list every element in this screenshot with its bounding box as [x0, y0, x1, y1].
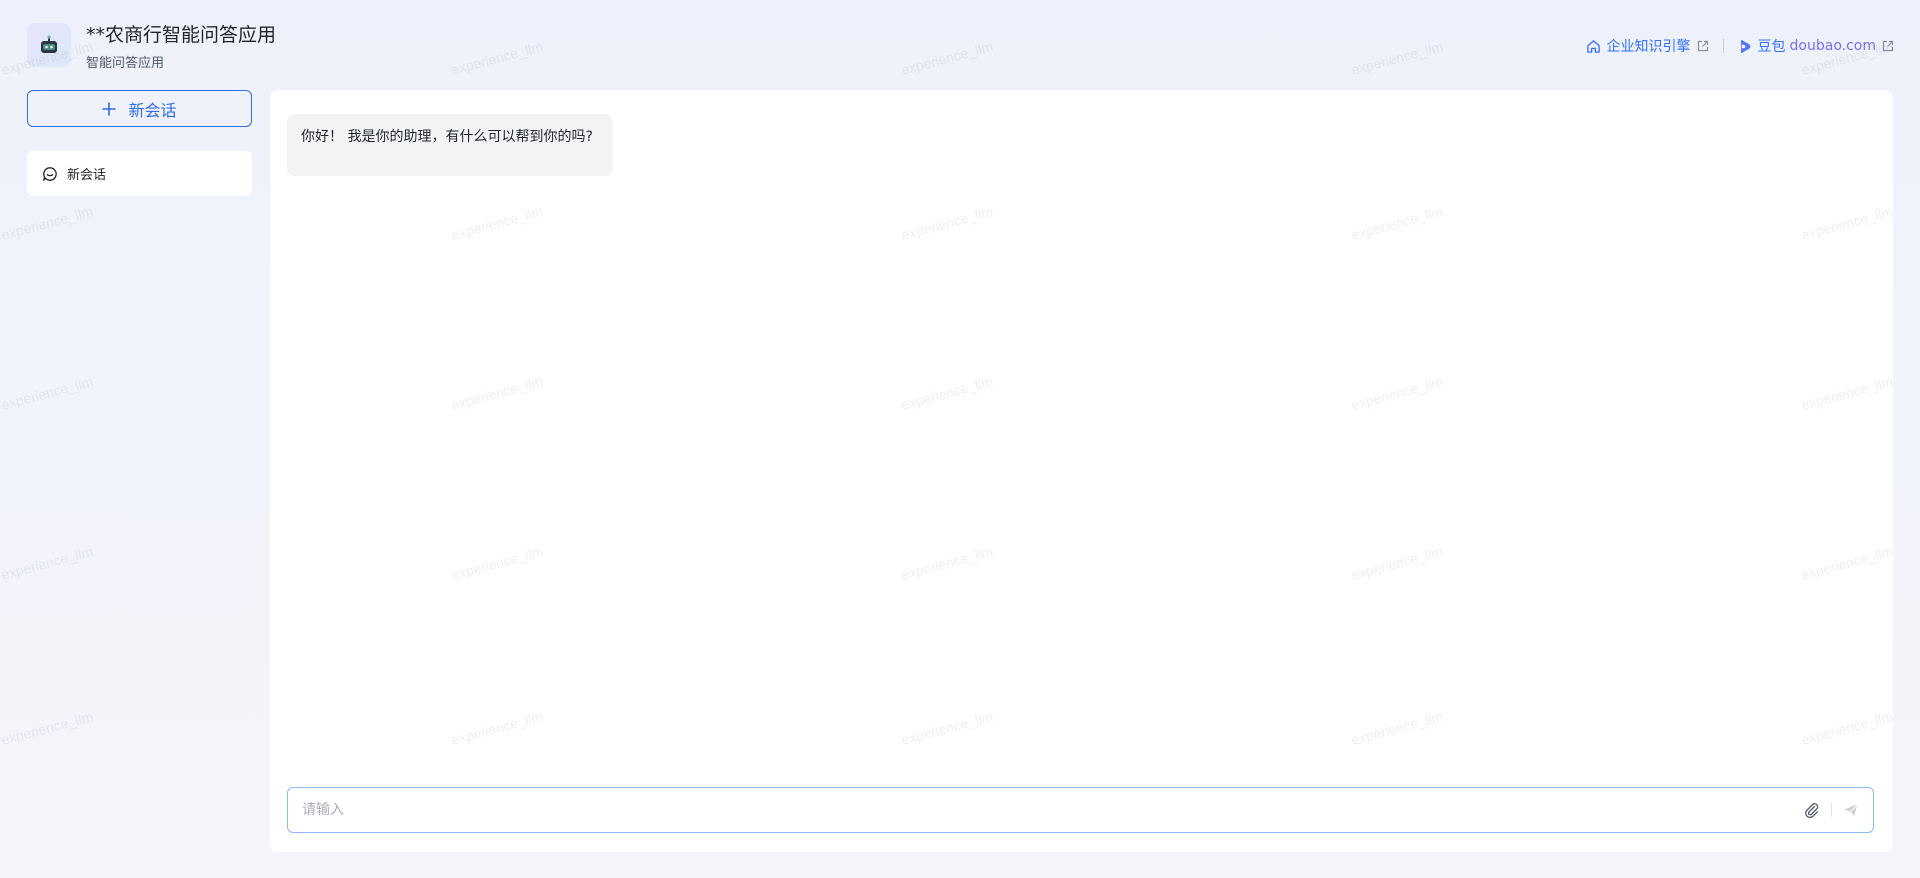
- chat-input[interactable]: [288, 787, 1804, 833]
- watermark-text: experience_llm: [0, 708, 95, 748]
- send-icon[interactable]: [1843, 802, 1859, 818]
- header-divider: [1722, 39, 1724, 53]
- session-label: 新会话: [67, 168, 107, 183]
- input-divider: [1831, 803, 1832, 817]
- app-subtitle: 智能问答应用: [86, 56, 165, 71]
- header: **农商行智能问答应用 智能问答应用 企业知识引擎 豆包 doubao.com: [0, 0, 1920, 90]
- new-chat-button[interactable]: 新会话: [27, 90, 252, 127]
- plus-icon: [102, 101, 117, 116]
- header-links: 企业知识引擎 豆包 doubao.com: [1586, 36, 1894, 56]
- app-root: **农商行智能问答应用 智能问答应用 企业知识引擎 豆包 doubao.com …: [0, 0, 1920, 878]
- doubao-domain: doubao.com: [1789, 38, 1876, 54]
- knowledge-engine-label: 企业知识引擎: [1606, 39, 1691, 55]
- home-icon: [1586, 39, 1601, 54]
- input-actions: [1804, 802, 1873, 818]
- app-logo: [27, 23, 71, 67]
- session-item[interactable]: 新会话: [27, 151, 252, 196]
- new-chat-label: 新会话: [128, 100, 177, 120]
- chat-bubble-icon: [42, 166, 58, 182]
- chat-panel: 你好！ 我是你的助理，有什么可以帮到你的吗?: [270, 90, 1893, 852]
- watermark-text: experience_llm: [0, 373, 95, 413]
- app-title: **农商行智能问答应用: [86, 24, 277, 46]
- watermark-text: experience_llm: [0, 203, 95, 243]
- knowledge-engine-link[interactable]: 企业知识引擎: [1586, 36, 1709, 56]
- robot-icon: [41, 35, 57, 53]
- external-link-icon: [1882, 40, 1894, 52]
- doubao-label: 豆包: [1757, 39, 1786, 55]
- external-link-icon: [1697, 40, 1709, 52]
- chat-input-box[interactable]: [287, 787, 1874, 833]
- paperclip-icon[interactable]: [1804, 802, 1820, 818]
- assistant-message: 你好！ 我是你的助理，有什么可以帮到你的吗?: [287, 114, 613, 176]
- doubao-link[interactable]: 豆包 doubao.com: [1738, 36, 1894, 56]
- doubao-logo-icon: [1738, 39, 1752, 54]
- watermark-text: experience_llm: [0, 543, 95, 583]
